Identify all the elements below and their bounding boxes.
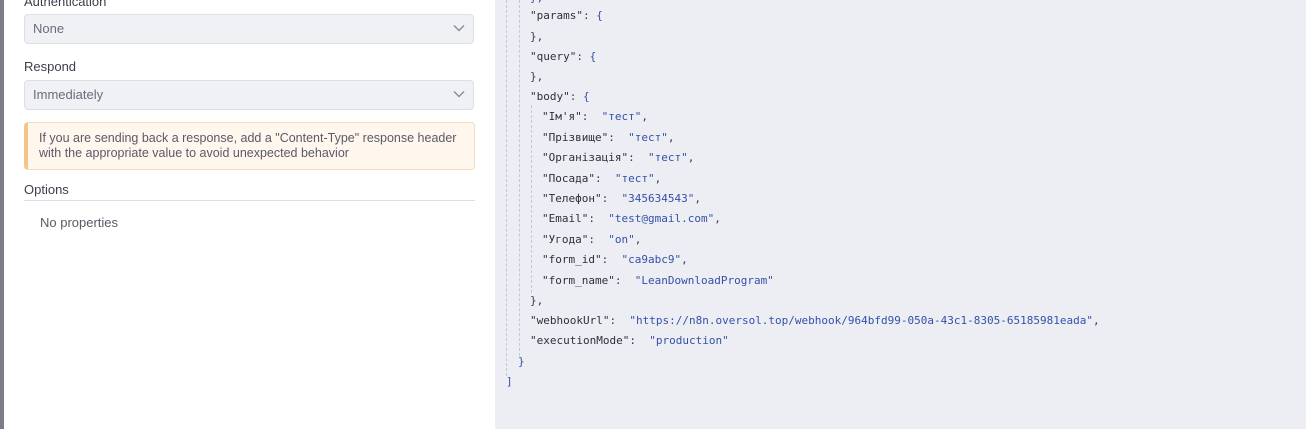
json-field: "form_id": "ca9abc9", (542, 253, 688, 266)
json-line: }, (530, 0, 543, 6)
indent-guide (519, 0, 520, 356)
authentication-label: Authentication (24, 0, 107, 9)
content-type-notice: If you are sending back a response, add … (24, 122, 475, 170)
node-parameters-panel: Authentication None Respond Immediately … (4, 0, 495, 429)
json-line-execution-mode: "executionMode": "production" (530, 334, 729, 347)
json-line-query: "query": { (530, 50, 597, 63)
json-line: }, (530, 294, 544, 307)
json-field: "Організація": "тест", (542, 151, 695, 164)
json-field: "Телефон": "345634543", (542, 192, 701, 205)
json-field: "Email": "test@gmail.com", (542, 212, 721, 225)
json-field: "form_name": "LeanDownloadProgram" (542, 274, 774, 287)
json-line-webhook-url: "webhookUrl": "https://n8n.oversol.top/w… (530, 314, 1100, 327)
respond-select[interactable]: Immediately (24, 80, 474, 110)
indent-guide (506, 0, 507, 376)
json-line: ] (506, 375, 513, 388)
json-field: "Прізвище": "тест", (542, 131, 675, 144)
json-line-params: "params": { (530, 9, 603, 22)
chevron-down-icon (453, 91, 465, 98)
json-line-body: "body": { (530, 90, 590, 103)
no-properties-text: No properties (40, 215, 119, 230)
json-field: "Посада": "тест", (542, 172, 662, 185)
respond-label: Respond (24, 59, 77, 74)
output-json-panel: }, "params": { }, "query": { }, "body": … (495, 0, 1306, 429)
json-line: }, (530, 30, 544, 43)
json-field: "Ім'я": "тест", (542, 110, 648, 123)
options-title: Options (24, 182, 69, 197)
indent-guide (531, 105, 532, 293)
options-divider (24, 200, 475, 201)
json-field: "Угода": "on", (542, 233, 642, 246)
chevron-down-icon (453, 25, 465, 32)
json-line: }, (530, 70, 544, 83)
authentication-value: None (33, 21, 65, 36)
json-view: }, "params": { }, "query": { }, "body": … (495, 0, 1306, 429)
respond-value: Immediately (33, 87, 104, 102)
authentication-select[interactable]: None (24, 14, 474, 44)
json-line: } (518, 355, 525, 368)
